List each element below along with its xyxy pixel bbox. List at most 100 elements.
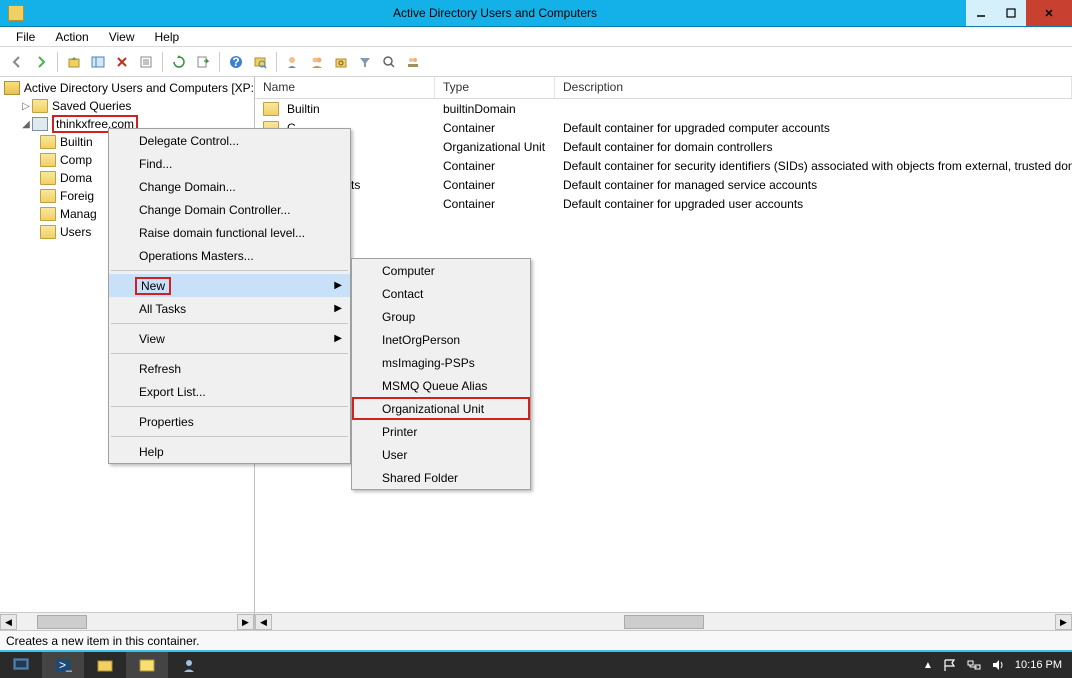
- tray-show-hidden-icon[interactable]: ▲: [923, 660, 933, 671]
- menu-bar: File Action View Help: [0, 27, 1072, 47]
- scroll-thumb[interactable]: [624, 615, 704, 629]
- search-button[interactable]: [378, 51, 400, 73]
- column-name[interactable]: Name: [255, 77, 435, 98]
- forward-button[interactable]: [30, 51, 52, 73]
- menu-action[interactable]: Action: [45, 28, 98, 46]
- svg-text:?: ?: [232, 55, 239, 69]
- taskbar: >_ ▲ 10:16 PM: [0, 650, 1072, 678]
- menu-view[interactable]: View: [99, 28, 145, 46]
- scroll-left-button[interactable]: ◀: [0, 614, 17, 630]
- list-row[interactable]: rollersOrganizational UnitDefault contai…: [255, 137, 1072, 156]
- context-item-properties[interactable]: Properties: [109, 410, 350, 433]
- close-button[interactable]: [1026, 0, 1072, 26]
- context-item-change-domain-[interactable]: Change Domain...: [109, 175, 350, 198]
- column-description[interactable]: Description: [555, 77, 1072, 98]
- show-hide-tree-button[interactable]: [87, 51, 109, 73]
- list-row[interactable]: CContainerDefault container for upgraded…: [255, 118, 1072, 137]
- context-submenu-new: ComputerContactGroupInetOrgPersonmsImagi…: [351, 258, 531, 490]
- folder-icon: [32, 99, 48, 113]
- app-icon: [8, 5, 24, 21]
- list-row[interactable]: ContainerDefault container for upgraded …: [255, 194, 1072, 213]
- context-item-new[interactable]: New▶: [109, 274, 350, 297]
- submenu-item-printer[interactable]: Printer: [352, 420, 530, 443]
- list-row[interactable]: tyPrincipalsContainerDefault container f…: [255, 156, 1072, 175]
- list-row[interactable]: BuiltinbuiltinDomain: [255, 99, 1072, 118]
- submenu-item-computer[interactable]: Computer: [352, 259, 530, 282]
- refresh-button[interactable]: [168, 51, 190, 73]
- context-item-export-list-[interactable]: Export List...: [109, 380, 350, 403]
- new-group-button[interactable]: [306, 51, 328, 73]
- submenu-item-contact[interactable]: Contact: [352, 282, 530, 305]
- submenu-arrow-icon: ▶: [334, 280, 342, 291]
- toolbar: ?: [0, 47, 1072, 77]
- scroll-thumb[interactable]: [37, 615, 87, 629]
- expander-icon[interactable]: ▷: [20, 101, 32, 112]
- task-powershell[interactable]: >_: [42, 652, 84, 678]
- submenu-item-group[interactable]: Group: [352, 305, 530, 328]
- tree-scrollbar[interactable]: ◀ ▶: [0, 612, 254, 630]
- scroll-right-button[interactable]: ▶: [1055, 614, 1072, 630]
- new-ou-button[interactable]: [330, 51, 352, 73]
- volume-icon[interactable]: [991, 658, 1005, 672]
- minimize-button[interactable]: [966, 0, 996, 26]
- title-bar: Active Directory Users and Computers: [0, 0, 1072, 27]
- clock[interactable]: 10:16 PM: [1015, 659, 1062, 671]
- context-item-all-tasks[interactable]: All Tasks▶: [109, 297, 350, 320]
- context-item-help[interactable]: Help: [109, 440, 350, 463]
- submenu-item-msimaging-psps[interactable]: msImaging-PSPs: [352, 351, 530, 374]
- status-text: Creates a new item in this container.: [6, 634, 199, 648]
- submenu-item-shared-folder[interactable]: Shared Folder: [352, 466, 530, 489]
- delete-button[interactable]: [111, 51, 133, 73]
- task-aduc[interactable]: [126, 652, 168, 678]
- menu-file[interactable]: File: [6, 28, 45, 46]
- task-user[interactable]: [168, 652, 210, 678]
- add-to-group-button[interactable]: [402, 51, 424, 73]
- expander-icon[interactable]: ◢: [20, 119, 32, 130]
- submenu-arrow-icon: ▶: [334, 333, 342, 344]
- folder-icon: [40, 135, 56, 149]
- submenu-item-msmq-queue-alias[interactable]: MSMQ Queue Alias: [352, 374, 530, 397]
- context-item-operations-masters-[interactable]: Operations Masters...: [109, 244, 350, 267]
- tree-saved-queries[interactable]: ▷ Saved Queries: [0, 97, 254, 115]
- up-button[interactable]: [63, 51, 85, 73]
- submenu-item-user[interactable]: User: [352, 443, 530, 466]
- tree-root-label: Active Directory Users and Computers [XP…: [24, 81, 254, 95]
- folder-icon: [40, 171, 56, 185]
- context-item-find-[interactable]: Find...: [109, 152, 350, 175]
- folder-icon: [40, 207, 56, 221]
- folder-icon: [40, 225, 56, 239]
- folder-icon: [40, 153, 56, 167]
- context-item-refresh[interactable]: Refresh: [109, 357, 350, 380]
- submenu-item-organizational-unit[interactable]: Organizational Unit: [352, 397, 530, 420]
- menu-help[interactable]: Help: [145, 28, 190, 46]
- find-button[interactable]: [249, 51, 271, 73]
- back-button[interactable]: [6, 51, 28, 73]
- svg-text:>_: >_: [59, 658, 72, 672]
- context-item-raise-domain-functional-level-[interactable]: Raise domain functional level...: [109, 221, 350, 244]
- help-button[interactable]: ?: [225, 51, 247, 73]
- list-row[interactable]: vice AccountsContainerDefault container …: [255, 175, 1072, 194]
- tree-root[interactable]: Active Directory Users and Computers [XP…: [0, 79, 254, 97]
- network-icon[interactable]: [967, 658, 981, 672]
- context-item-delegate-control-[interactable]: Delegate Control...: [109, 129, 350, 152]
- maximize-button[interactable]: [996, 0, 1026, 26]
- submenu-arrow-icon: ▶: [334, 303, 342, 314]
- column-type[interactable]: Type: [435, 77, 555, 98]
- list-header: Name Type Description: [255, 77, 1072, 99]
- new-user-button[interactable]: [282, 51, 304, 73]
- domain-icon: [32, 117, 48, 131]
- submenu-item-inetorgperson[interactable]: InetOrgPerson: [352, 328, 530, 351]
- properties-button[interactable]: [135, 51, 157, 73]
- context-item-view[interactable]: View▶: [109, 327, 350, 350]
- scroll-left-button[interactable]: ◀: [255, 614, 272, 630]
- scroll-right-button[interactable]: ▶: [237, 614, 254, 630]
- folder-icon: [263, 102, 279, 116]
- context-item-change-domain-controller-[interactable]: Change Domain Controller...: [109, 198, 350, 221]
- task-explorer[interactable]: [84, 652, 126, 678]
- task-server-manager[interactable]: [0, 652, 42, 678]
- export-button[interactable]: [192, 51, 214, 73]
- tree-saved-queries-label: Saved Queries: [52, 99, 131, 113]
- flag-icon[interactable]: [943, 658, 957, 672]
- filter-button[interactable]: [354, 51, 376, 73]
- list-scrollbar[interactable]: ◀ ▶: [255, 612, 1072, 630]
